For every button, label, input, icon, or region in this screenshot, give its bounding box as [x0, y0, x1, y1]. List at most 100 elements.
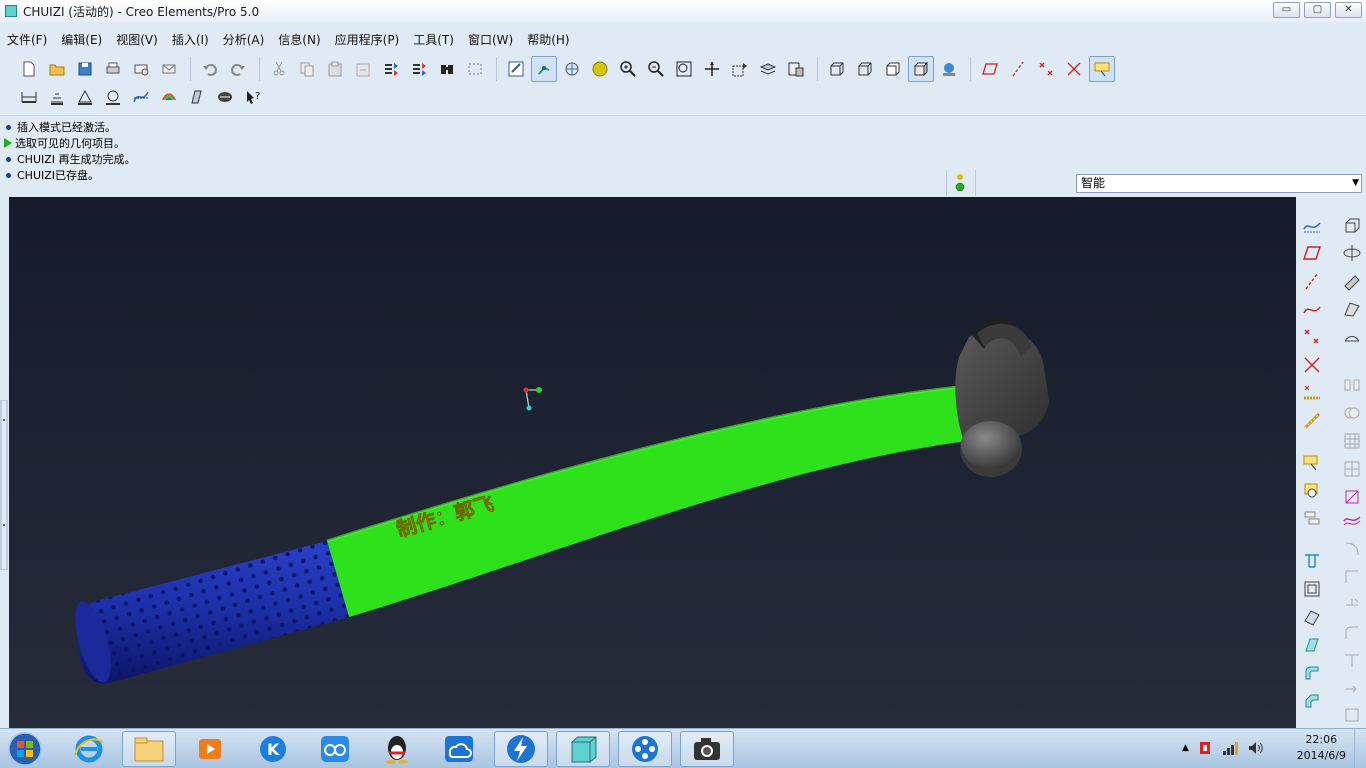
volume-icon[interactable]: [1247, 739, 1265, 757]
saved-views-icon[interactable]: [727, 56, 753, 82]
annotation-display-icon[interactable]: [1089, 56, 1115, 82]
zoom-out-icon[interactable]: [643, 56, 669, 82]
datum-plane-display-icon[interactable]: [977, 56, 1003, 82]
variable-sweep-icon[interactable]: [1340, 269, 1364, 293]
menu-info[interactable]: 信息(N): [278, 31, 320, 48]
boundary-blend-icon[interactable]: [1340, 325, 1364, 349]
analysis-feature-icon[interactable]: [1300, 381, 1324, 405]
blend-icon[interactable]: [1340, 297, 1364, 321]
mail-icon[interactable]: [156, 56, 182, 82]
sketch-icon[interactable]: [1300, 213, 1324, 237]
surface-analysis-icon[interactable]: [156, 84, 182, 110]
datum-plane-icon[interactable]: [1300, 241, 1324, 265]
shading-icon[interactable]: [908, 56, 934, 82]
hidden-line-icon[interactable]: [852, 56, 878, 82]
security-shield-icon[interactable]: [1197, 739, 1213, 757]
datum-point-icon[interactable]: [1300, 325, 1324, 349]
enhanced-realism-icon[interactable]: [936, 56, 962, 82]
chain-icon[interactable]: [1300, 409, 1324, 433]
refit-icon[interactable]: [671, 56, 697, 82]
intersect-icon[interactable]: [1340, 485, 1364, 509]
taskbar-thunder[interactable]: [494, 731, 548, 767]
extrude-icon[interactable]: [1340, 213, 1364, 237]
taskbar-explorer[interactable]: [122, 731, 176, 767]
open-file-icon[interactable]: [44, 56, 70, 82]
paste-special-icon[interactable]: [350, 56, 376, 82]
draft-analysis-icon[interactable]: [184, 84, 210, 110]
save-icon[interactable]: [72, 56, 98, 82]
menu-view[interactable]: 视图(V): [116, 31, 158, 48]
extend-icon[interactable]: [1340, 649, 1364, 673]
shade-sphere-icon[interactable]: [587, 56, 613, 82]
blank-tool-icon[interactable]: [1340, 703, 1364, 727]
paste-icon[interactable]: [322, 56, 348, 82]
show-desktop-button[interactable]: [1354, 729, 1366, 768]
send-mail-icon[interactable]: [128, 56, 154, 82]
network-icon[interactable]: [1221, 739, 1239, 757]
close-button[interactable]: ✕: [1335, 2, 1362, 18]
print-icon[interactable]: [100, 56, 126, 82]
datum-csys-icon[interactable]: [1300, 353, 1324, 377]
menu-window[interactable]: 窗口(W): [468, 31, 513, 48]
cut-icon[interactable]: [266, 56, 292, 82]
selection-box-icon[interactable]: [462, 56, 488, 82]
menu-edit[interactable]: 编辑(E): [61, 31, 102, 48]
mirror-icon[interactable]: [1340, 373, 1364, 397]
taskbar-baidu-cloud[interactable]: [308, 731, 362, 767]
hammer-model[interactable]: 制作：郭飞: [9, 197, 1296, 728]
datum-axis-display-icon[interactable]: [1005, 56, 1031, 82]
view-manager-icon[interactable]: [783, 56, 809, 82]
point-display-icon[interactable]: [1033, 56, 1059, 82]
graphics-window[interactable]: 制作：郭飞: [9, 197, 1296, 728]
project-icon[interactable]: [1340, 507, 1364, 531]
measure-area-icon[interactable]: [44, 84, 70, 110]
find-icon[interactable]: [434, 56, 460, 82]
menu-tools[interactable]: 工具(T): [413, 31, 454, 48]
layers-icon[interactable]: [755, 56, 781, 82]
clock[interactable]: 22:06 2014/6/9: [1297, 732, 1346, 764]
user-defined-feature-icon[interactable]: [1300, 479, 1324, 503]
navigator-sash[interactable]: [0, 400, 8, 570]
start-button[interactable]: [6, 731, 44, 767]
merge-icon[interactable]: [1340, 401, 1364, 425]
minimize-button[interactable]: ▭: [1273, 2, 1300, 18]
pattern-icon[interactable]: [1340, 429, 1364, 453]
spin-center-icon[interactable]: [531, 56, 557, 82]
taskbar-kugou[interactable]: K: [246, 731, 300, 767]
copy-feature-icon[interactable]: [1300, 507, 1324, 531]
redo-icon[interactable]: [225, 56, 251, 82]
new-file-icon[interactable]: [16, 56, 42, 82]
taskbar-qq[interactable]: [370, 731, 424, 767]
menu-file[interactable]: 文件(F): [7, 31, 47, 48]
selection-filter-select[interactable]: 智能 ▼: [1076, 174, 1362, 193]
shell-icon[interactable]: [1300, 577, 1324, 601]
menu-help[interactable]: 帮助(H): [527, 31, 569, 48]
rib-icon[interactable]: [1300, 605, 1324, 629]
solidify-icon[interactable]: [1340, 593, 1364, 617]
repaint-icon[interactable]: [503, 56, 529, 82]
csys-display-icon[interactable]: [1061, 56, 1087, 82]
regen-manager-icon[interactable]: [406, 56, 432, 82]
orient-mode-icon[interactable]: [559, 56, 585, 82]
menu-applications[interactable]: 应用程序(P): [335, 31, 400, 48]
revolve-icon[interactable]: [1340, 241, 1364, 265]
taskbar-creo[interactable]: [556, 731, 610, 767]
datum-curve-icon[interactable]: [1300, 297, 1324, 321]
draft-icon[interactable]: [1300, 633, 1324, 657]
trim-icon[interactable]: [1340, 621, 1364, 645]
measure-angle-icon[interactable]: [72, 84, 98, 110]
zoom-in-icon[interactable]: [615, 56, 641, 82]
wrap-icon[interactable]: [1340, 677, 1364, 701]
annotation-feature-icon[interactable]: [1300, 451, 1324, 475]
reorient-icon[interactable]: [699, 56, 725, 82]
offset-icon[interactable]: [1340, 537, 1364, 561]
curve-analysis-icon[interactable]: [128, 84, 154, 110]
thicken-icon[interactable]: [1340, 565, 1364, 589]
menu-analysis[interactable]: 分析(A): [223, 31, 265, 48]
maximize-button[interactable]: ▢: [1304, 2, 1331, 18]
chamfer-icon[interactable]: [1300, 689, 1324, 713]
no-hidden-icon[interactable]: [880, 56, 906, 82]
taskbar-ie[interactable]: [62, 731, 116, 767]
menu-insert[interactable]: 插入(I): [172, 31, 209, 48]
show-hidden-icons-icon[interactable]: ▲: [1182, 739, 1189, 757]
